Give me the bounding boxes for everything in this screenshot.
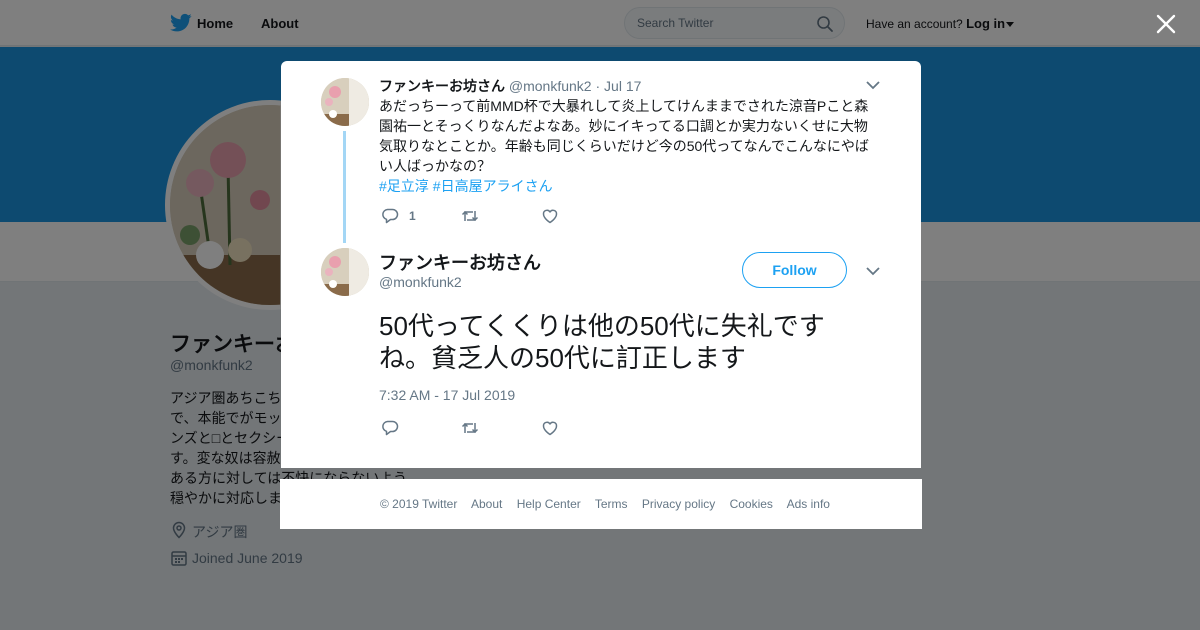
tweet-main-handle[interactable]: @monkfunk2 [379,274,462,290]
footer-link-ads-info[interactable]: Ads info [787,497,830,511]
reply-button[interactable] [381,418,399,438]
reply-count: 1 [409,209,416,223]
tweet-parent-handle[interactable]: @monkfunk2 [509,78,592,94]
tweet-parent-text: あだっちーって前MMD杯で大暴れして炎上してけんままでされた涼音Pこと森園祐一と… [379,98,869,174]
tweet-main-timestamp[interactable]: 7:32 AM - 17 Jul 2019 [379,387,515,403]
reply-icon [382,420,399,436]
tweet-parent-name[interactable]: ファンキーお坊さん [379,78,505,94]
like-button[interactable] [541,418,559,438]
tweet-parent-avatar[interactable] [321,78,369,126]
tweet-parent-header: ファンキーお坊さん @monkfunk2 · Jul 17 [379,76,641,96]
follow-button[interactable]: Follow [742,252,847,288]
footer-links: © 2019 Twitter About Help Center Terms P… [380,497,841,511]
like-icon [542,421,558,436]
footer-copyright: © 2019 Twitter [380,497,458,511]
footer-link-help-center[interactable]: Help Center [517,497,581,511]
modal-footer: © 2019 Twitter About Help Center Terms P… [280,479,922,529]
tweet-main-avatar[interactable] [321,248,369,296]
footer-link-about[interactable]: About [471,497,502,511]
reply-button[interactable]: 1 [381,206,416,226]
retweet-button[interactable] [461,418,479,438]
hashtag-link[interactable]: #足立淳 [379,178,429,194]
chevron-down-icon[interactable] [865,263,881,279]
retweet-icon [461,422,479,434]
chevron-down-icon[interactable] [865,77,881,93]
retweet-icon [461,210,479,222]
footer-link-cookies[interactable]: Cookies [730,497,773,511]
tweet-main-text: 50代ってくくりは他の50代に失礼ですね。貧乏人の50代に訂正します [379,311,825,373]
reply-icon [382,208,399,224]
tweet-parent-date[interactable]: · Jul 17 [595,78,641,94]
retweet-button[interactable] [461,206,479,226]
like-icon [542,209,558,224]
hashtag-link[interactable]: #日高屋アライさん [433,178,553,194]
tweet-main-name[interactable]: ファンキーお坊さん [379,249,541,275]
thread-line [343,131,346,243]
footer-link-terms[interactable]: Terms [595,497,628,511]
like-button[interactable] [541,206,559,226]
tweet-modal: ファンキーお坊さん @monkfunk2 · Jul 17 あだっちーって前MM… [281,61,921,468]
tweet-parent-hashtags: #足立淳 #日高屋アライさん [379,176,557,196]
footer-link-privacy[interactable]: Privacy policy [642,497,715,511]
close-icon[interactable] [1154,12,1178,36]
